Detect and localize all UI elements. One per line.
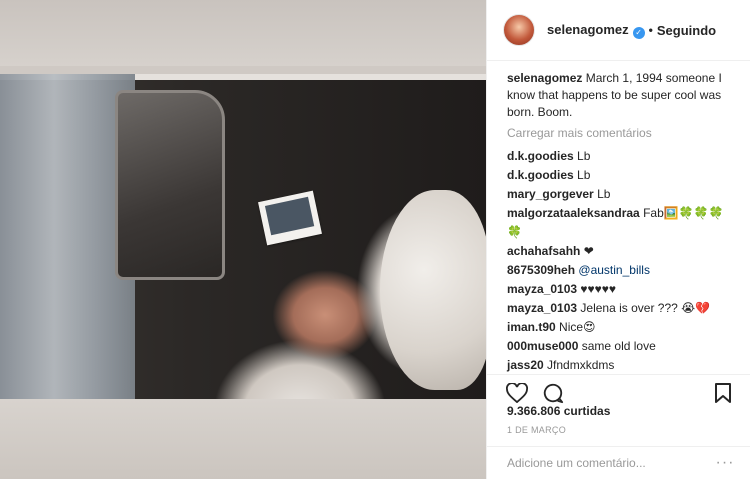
comment-continuation: 🍀 — [507, 224, 735, 240]
header-separator: • — [648, 23, 653, 37]
comment-text: Nice😍 — [559, 320, 596, 334]
comments-list: selenagomez March 1, 1994 someone I know… — [487, 66, 750, 372]
caption: selenagomez March 1, 1994 someone I know… — [507, 70, 735, 121]
verified-badge-icon: ✓ — [632, 26, 645, 39]
comment-username[interactable]: malgorzataaleksandraa — [507, 206, 640, 220]
comment-username[interactable]: mayza_0103 — [507, 301, 577, 315]
comment-username[interactable]: achahafsahh — [507, 244, 580, 258]
comment-text: Fab🖼️🍀🍀🍀 — [643, 206, 724, 220]
comment-text: same old love — [581, 339, 656, 353]
post-header: selenagomez ✓ • Seguindo — [487, 0, 750, 61]
instagram-post: selenagomez ✓ • Seguindo selenagomez Marc… — [0, 0, 750, 479]
photo-border-top — [0, 0, 486, 66]
load-more-comments[interactable]: Carregar mais comentários — [507, 126, 735, 140]
likes-count[interactable]: 9.366.806 curtidas — [507, 404, 610, 418]
comment-mention[interactable]: @austin_bills — [578, 263, 650, 277]
avatar[interactable] — [503, 14, 535, 46]
comment-username[interactable]: 000muse000 — [507, 339, 578, 353]
comment-text: Lb — [597, 187, 611, 201]
header-username[interactable]: selenagomez ✓ — [547, 22, 645, 39]
comment-item: 000muse000 same old love — [507, 338, 735, 354]
comment-item: achahafsahh ❤ — [507, 243, 735, 259]
more-icon[interactable]: ··· — [715, 454, 735, 472]
comment-item: malgorzataaleksandraa Fab🖼️🍀🍀🍀 — [507, 205, 735, 221]
photo-fur — [380, 190, 486, 390]
comment-item: jass20 Jfndmxkdms — [507, 357, 735, 372]
heart-icon[interactable] — [505, 381, 529, 405]
post-sidebar: selenagomez ✓ • Seguindo selenagomez Marc… — [486, 0, 750, 479]
caption-username[interactable]: selenagomez — [507, 71, 582, 85]
comment-username[interactable]: 8675309heh — [507, 263, 575, 277]
comment-input[interactable] — [507, 456, 715, 470]
comment-username[interactable]: jass20 — [507, 358, 544, 372]
comment-username[interactable]: iman.t90 — [507, 320, 556, 334]
add-comment-bar: ··· — [487, 446, 750, 479]
comment-item: d.k.goodies Lb — [507, 148, 735, 164]
comment-text: Jfndmxkdms — [547, 358, 615, 372]
comment-text: Lb — [577, 168, 591, 182]
comment-item: iman.t90 Nice😍 — [507, 319, 735, 335]
comment-text: ♥♥♥♥♥ — [580, 282, 617, 296]
comment-text: ❤ — [583, 244, 594, 258]
comment-text: 🍀 — [507, 225, 522, 239]
comment-username[interactable]: d.k.goodies — [507, 168, 574, 182]
post-date[interactable]: 1 DE MARÇO — [507, 425, 566, 435]
post-photo[interactable] — [0, 0, 486, 479]
comment-text: Jelena is over ??? 😭💔 — [580, 301, 711, 315]
comment-username[interactable]: mayza_0103 — [507, 282, 577, 296]
comment-username[interactable]: mary_gorgever — [507, 187, 594, 201]
action-bar — [487, 374, 750, 408]
photo-border-bottom — [0, 399, 486, 479]
comment-icon[interactable] — [541, 381, 565, 405]
comment-item: d.k.goodies Lb — [507, 167, 735, 183]
comment-item: 8675309heh @austin_bills — [507, 262, 735, 278]
comment-item: mayza_0103 Jelena is over ??? 😭💔 — [507, 300, 735, 316]
photo-car-window — [115, 90, 225, 280]
following-button[interactable]: Seguindo — [657, 23, 716, 38]
comment-username[interactable]: d.k.goodies — [507, 149, 574, 163]
comment-item: mary_gorgever Lb — [507, 186, 735, 202]
comment-item: mayza_0103 ♥♥♥♥♥ — [507, 281, 735, 297]
bookmark-icon[interactable] — [711, 381, 735, 405]
comment-text: Lb — [577, 149, 591, 163]
